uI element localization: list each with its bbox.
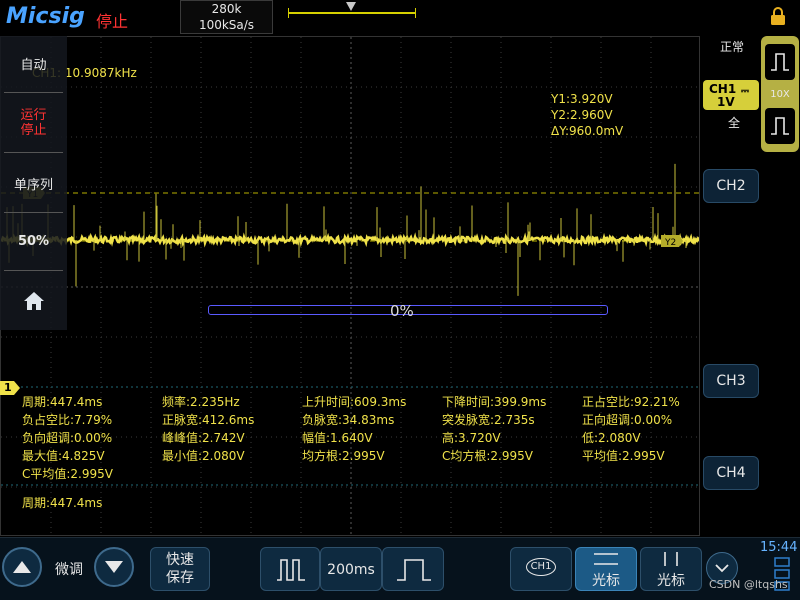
measurement-item: 负占空比:7.79%	[22, 413, 113, 427]
compressed-pulse-icon	[277, 559, 305, 581]
probe-ratio[interactable]: 10X	[761, 89, 799, 100]
measurement-item: 正脉宽:412.6ms	[162, 413, 255, 427]
measurement-item: 正占空比:92.21%	[582, 395, 680, 409]
save-label-2: 保存	[166, 570, 194, 586]
left-menu: 自动 运行 停止 单序列 50%	[0, 36, 67, 330]
sample-rate: 100kSa/s	[198, 18, 255, 32]
dc-coupling-icon: ⎓	[741, 86, 749, 97]
ch1-tag: CH1	[526, 558, 556, 576]
measurement-item: 周期:447.4ms	[22, 395, 103, 409]
fine-down-button[interactable]	[94, 547, 134, 587]
stop-label: 停止	[20, 123, 47, 138]
probe-panel: 10X	[761, 36, 799, 152]
watermark: CSDN @ltqshs	[709, 578, 788, 591]
vertical-cursor-icon	[664, 552, 678, 566]
save-label-1: 快速	[166, 552, 194, 568]
measurement-item: 突发脉宽:2.735s	[442, 413, 535, 427]
ch3-button[interactable]: CH3	[703, 364, 759, 398]
clock: 15:44	[760, 540, 798, 555]
vertical-cursor-button[interactable]: 光标	[640, 547, 702, 591]
menu-divider	[4, 270, 63, 271]
progress-label: 0%	[390, 302, 414, 320]
single-sequence-button[interactable]: 单序列	[0, 174, 67, 193]
top-bar: Micsig 停止 280k 100kSa/s	[0, 0, 800, 36]
pulse-icon	[771, 53, 789, 71]
horizontal-cursor-label: 光标	[592, 573, 620, 589]
run-stop-button[interactable]: 运行 停止	[0, 108, 67, 138]
ch1-scale: 1V	[717, 95, 735, 109]
ch1-bandwidth: 全	[728, 116, 741, 130]
timebase-decrease-button[interactable]	[260, 547, 320, 591]
measurement-item: 平均值:2.995V	[582, 449, 665, 463]
measurement-item: 最大值:4.825V	[22, 449, 105, 463]
measurement-item: 频率:2.235Hz	[162, 395, 240, 409]
measurement-item: C均方根:2.995V	[442, 449, 533, 463]
menu-divider	[4, 92, 63, 93]
menu-divider	[4, 152, 63, 153]
cursor-y2-value: Y2:2.960V	[551, 108, 613, 122]
memory-position-bar[interactable]	[288, 8, 416, 18]
cursor-y2-tag: Y2	[661, 235, 683, 248]
channel-select-button[interactable]: CH1	[510, 547, 572, 591]
memory-position-marker[interactable]	[346, 2, 356, 11]
measurement-item: 上升时间:609.3ms	[302, 395, 407, 409]
acquisition-mode[interactable]: 正常	[720, 38, 744, 55]
run-label: 运行	[20, 108, 47, 123]
triangle-up-icon	[13, 561, 31, 573]
timebase-value[interactable]: 200ms	[320, 547, 382, 591]
ch1-settings-button[interactable]: CH1 1V ⎓	[703, 80, 759, 110]
triangle-down-icon	[105, 561, 123, 573]
wide-pulse-icon	[397, 559, 431, 581]
measurement-item: C平均值:2.995V	[22, 467, 113, 481]
measurement-item: 幅值:1.640V	[302, 431, 373, 445]
fine-up-button[interactable]	[2, 547, 42, 587]
falling-edge-button[interactable]	[765, 108, 795, 144]
cursor-y1-value: Y1:3.920V	[551, 92, 613, 106]
acquisition-info[interactable]: 280k 100kSa/s	[180, 0, 273, 34]
measurement-item: 低:2.080V	[582, 431, 641, 445]
rising-edge-button[interactable]	[765, 44, 795, 80]
measurement-item: 高:3.720V	[442, 431, 501, 445]
menu-divider	[4, 212, 63, 213]
vertical-cursor-label: 光标	[657, 573, 685, 589]
ch4-button[interactable]: CH4	[703, 456, 759, 490]
measurement-item: 下降时间:399.9ms	[442, 395, 547, 409]
quick-save-button[interactable]: 快速 保存	[150, 547, 210, 591]
trigger-50-button[interactable]: 50%	[0, 234, 67, 249]
memory-depth: 280k	[211, 2, 242, 16]
ch2-button[interactable]: CH2	[703, 169, 759, 203]
horizontal-cursor-icon	[594, 553, 618, 565]
brand-logo: Micsig	[6, 4, 85, 29]
auto-button[interactable]: 自动	[0, 54, 67, 73]
measurement-item: 负脉宽:34.83ms	[302, 413, 395, 427]
lock-icon[interactable]	[770, 6, 786, 26]
svg-text:Y2: Y2	[664, 238, 676, 248]
measurement-item: 负向超调:0.00%	[22, 431, 113, 445]
measurement-item: 正向超调:0.00%	[582, 413, 673, 427]
measurement-item: 最小值:2.080V	[162, 449, 245, 463]
home-icon[interactable]	[23, 291, 45, 311]
measurement-extra: 周期:447.4ms	[22, 496, 103, 510]
run-state-label[interactable]: 停止	[96, 8, 128, 32]
horizontal-cursor-button[interactable]: 光标	[575, 547, 637, 591]
cursor-delta-value: ΔY:960.0mV	[551, 124, 624, 138]
cursor-readout: Y1:3.920V Y2:2.960V ΔY:960.0mV	[551, 91, 623, 139]
measurement-item: 峰峰值:2.742V	[162, 431, 245, 445]
timebase-increase-button[interactable]	[382, 547, 444, 591]
measurement-item: 均方根:2.995V	[302, 449, 385, 463]
fine-adjust-label: 微调	[55, 562, 83, 578]
pulse-icon	[771, 117, 789, 135]
